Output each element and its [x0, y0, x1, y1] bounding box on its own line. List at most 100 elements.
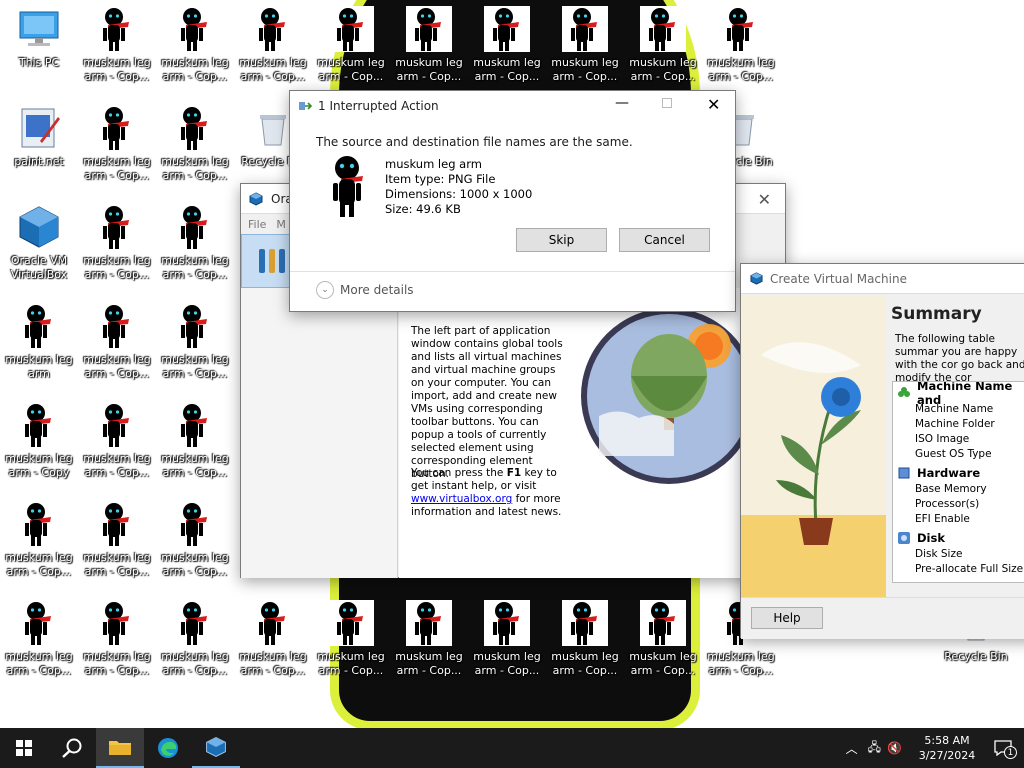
desktop-icon[interactable]: muskum leg arm - Cop... — [471, 6, 543, 98]
muskum-icon — [640, 600, 686, 646]
desktop-icon[interactable]: muskum leg arm - Cop... — [627, 600, 699, 692]
muskum-icon — [172, 402, 218, 448]
virtualbox-icon — [249, 191, 263, 206]
desktop-icon[interactable]: muskum leg arm - Cop... — [237, 600, 309, 692]
desktop-icon[interactable]: muskum leg arm - Cop... — [159, 6, 231, 98]
desktop-icon-label: muskum leg arm - Cop... — [83, 452, 151, 479]
desktop-icon[interactable]: muskum leg arm - Cop... — [393, 6, 465, 98]
network-icon[interactable]: 🖧 — [868, 738, 881, 759]
taskbar-virtualbox[interactable] — [192, 728, 240, 768]
search-icon — [62, 738, 82, 758]
skip-button[interactable]: Skip — [516, 228, 607, 252]
chevron-down-icon: ⌄ — [316, 281, 334, 299]
taskbar: ︿ 🖧 🔇 5:58 AM 3/27/2024 1 — [0, 728, 1024, 768]
help-button[interactable]: Help — [751, 607, 823, 629]
desktop-icon[interactable]: muskum leg arm - Cop... — [81, 303, 153, 395]
summary-table: Machine Name and Machine Name Machine Fold… — [892, 381, 1024, 583]
desktop-icon[interactable]: muskum leg arm - Cop... — [159, 204, 231, 296]
muskum-icon — [172, 600, 218, 646]
desktop-icon[interactable]: muskum leg arm - Cop... — [315, 600, 387, 692]
vbox-welcome-pane: The left part of application window cont… — [399, 288, 786, 578]
desktop-icon[interactable]: muskum leg arm - Cop... — [549, 6, 621, 98]
search-button[interactable] — [48, 728, 96, 768]
clock[interactable]: 5:58 AM 3/27/2024 — [912, 733, 982, 763]
virtualbox-link[interactable]: www.virtualbox.org — [411, 493, 512, 505]
desktop-icon-label: muskum leg arm - Cop... — [161, 254, 229, 281]
file-dimensions: Dimensions: 1000 x 1000 — [385, 187, 533, 201]
desktop-icon[interactable]: muskum leg arm — [3, 303, 75, 395]
desktop-icon-label: muskum leg arm - Cop... — [83, 155, 151, 182]
muskum-icon — [328, 600, 374, 646]
desktop-icon[interactable]: muskum leg arm - Cop... — [159, 600, 231, 692]
desktop-icon[interactable]: muskum leg arm - Cop... — [81, 600, 153, 692]
desktop-icon-label: muskum leg arm - Cop... — [239, 650, 307, 677]
desktop-icon[interactable]: muskum leg arm - Cop... — [159, 105, 231, 197]
desktop-icon[interactable]: muskum leg arm - Copy — [3, 402, 75, 494]
summary-row: Guest OS Type — [915, 448, 992, 460]
desktop-icon[interactable]: muskum leg arm - Cop... — [81, 6, 153, 98]
muskum-icon — [94, 600, 140, 646]
create-vm-title: Create Virtual Machine — [770, 271, 907, 286]
folder-icon — [109, 741, 131, 755]
desktop-icon[interactable]: muskum leg arm - Cop... — [3, 600, 75, 692]
start-button[interactable] — [0, 728, 48, 768]
desktop-icon-label: muskum leg arm - Cop... — [317, 56, 385, 83]
muskum-icon — [94, 6, 140, 52]
vbox-close-button[interactable]: ✕ — [758, 190, 771, 209]
desktop-icon[interactable]: muskum leg arm - Cop... — [705, 6, 777, 98]
desktop-icon-label: muskum leg arm - Cop... — [83, 56, 151, 83]
desktop-icon[interactable]: muskum leg arm - Cop... — [3, 501, 75, 593]
tools-item[interactable] — [241, 234, 291, 288]
desktop-icon[interactable]: muskum leg arm - Cop... — [81, 105, 153, 197]
muskum-icon — [16, 303, 62, 349]
more-details-toggle[interactable]: ⌄ More details — [316, 281, 414, 299]
desktop-icon[interactable]: muskum leg arm - Cop... — [81, 402, 153, 494]
summary-row: Base Memory — [915, 483, 987, 495]
desktop-icon[interactable]: muskum leg arm - Cop... — [393, 600, 465, 692]
muskum-icon — [328, 6, 374, 52]
desktop-icon[interactable]: muskum leg arm - Cop... — [549, 600, 621, 692]
muskum-icon — [250, 600, 296, 646]
menu-machine[interactable]: M — [276, 218, 286, 231]
muskum-icon — [94, 204, 140, 250]
desktop-icon[interactable]: muskum leg arm - Cop... — [627, 6, 699, 98]
desktop-icon[interactable]: muskum leg arm - Cop... — [315, 6, 387, 98]
desktop-icon-label: muskum leg arm - Cop... — [83, 551, 151, 578]
clock-date: 3/27/2024 — [918, 749, 976, 762]
desktop-icon[interactable]: muskum leg arm - Cop... — [159, 303, 231, 395]
desktop-icon-label: muskum leg arm - Cop... — [551, 650, 619, 677]
desktop-icon[interactable]: paint.net — [3, 105, 75, 197]
desktop-icon-label: muskum leg arm - Cop... — [707, 56, 775, 83]
taskbar-file-explorer[interactable] — [96, 728, 144, 768]
muskum-icon — [172, 204, 218, 250]
wizard-illustration — [741, 295, 886, 597]
desktop-icon-label: muskum leg arm - Cop... — [707, 650, 775, 677]
this-pc-icon — [16, 6, 62, 52]
menu-file[interactable]: File — [248, 218, 266, 231]
edge-icon — [158, 738, 178, 758]
desktop-icon-label: muskum leg arm - Cop... — [161, 155, 229, 182]
desktop-icon[interactable]: Oracle VM VirtualBox — [3, 204, 75, 296]
desktop-icon[interactable]: muskum leg arm - Cop... — [159, 501, 231, 593]
close-button[interactable]: ✕ — [707, 95, 720, 114]
minimize-button[interactable]: — — [615, 95, 629, 111]
desktop-icon-label: muskum leg arm - Cop... — [83, 254, 151, 281]
desktop-icon[interactable]: muskum leg arm - Cop... — [237, 6, 309, 98]
section-name: Disk — [917, 531, 945, 545]
taskbar-edge[interactable] — [144, 728, 192, 768]
desktop-icon[interactable]: This PC — [3, 6, 75, 98]
desktop-icon[interactable]: muskum leg arm - Cop... — [81, 204, 153, 296]
muskum-icon — [172, 303, 218, 349]
chevron-up-icon[interactable]: ︿ — [846, 740, 858, 757]
welcome-text: The left part of application window cont… — [411, 325, 563, 480]
cancel-button[interactable]: Cancel — [619, 228, 710, 252]
maximize-button[interactable] — [662, 98, 672, 108]
desktop-icon[interactable]: muskum leg arm - Cop... — [159, 402, 231, 494]
volume-muted-icon[interactable]: 🔇 — [887, 741, 902, 755]
desktop-icon[interactable]: muskum leg arm - Cop... — [471, 600, 543, 692]
desktop-icon-label: This PC — [18, 56, 60, 69]
desktop-icon[interactable]: muskum leg arm - Cop... — [81, 501, 153, 593]
summary-row: Pre-allocate Full Size — [915, 563, 1024, 575]
notification-center[interactable]: 1 — [982, 728, 1024, 768]
desktop-icon-label: muskum leg arm — [5, 353, 73, 380]
